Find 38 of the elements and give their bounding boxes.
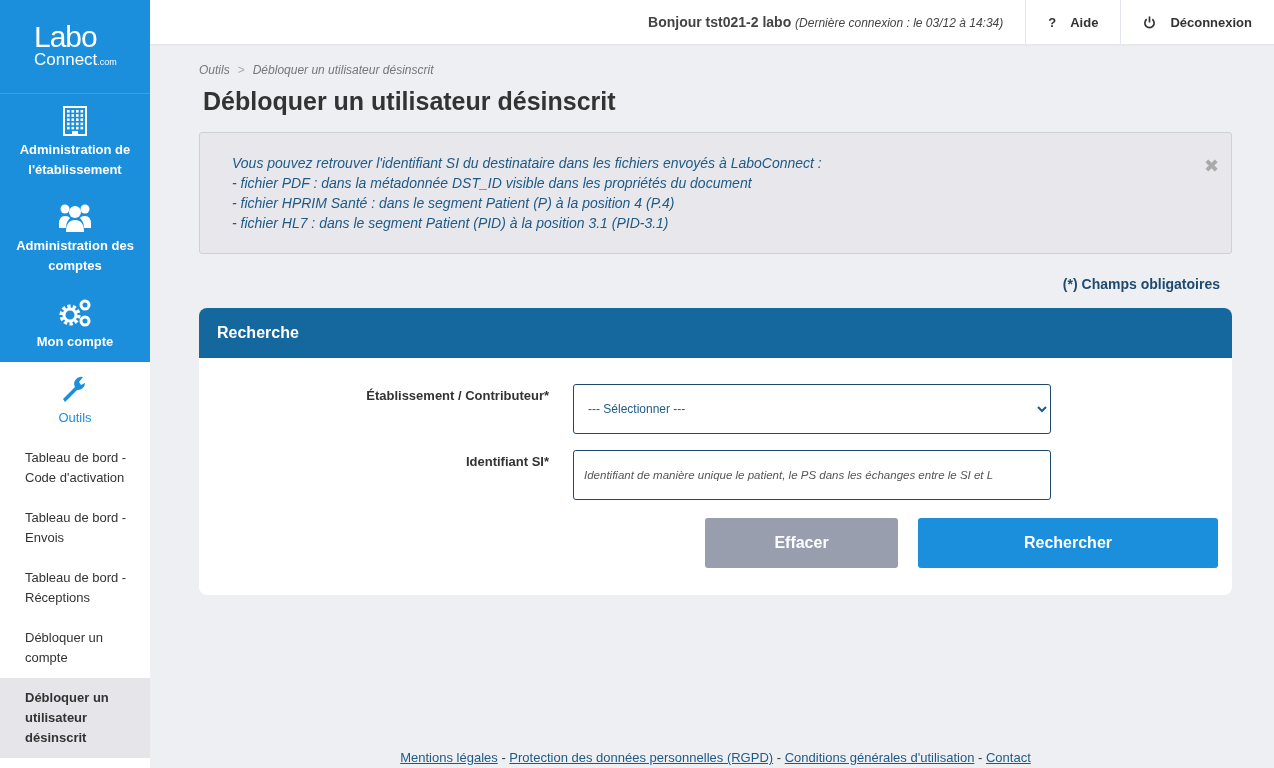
info-text: Vous pouvez retrouver l'identifiant SI du destinataire dans les fichiers envoyés à LaboConnect : <box>232 154 822 173</box>
required-note: (*) Champs obligatoires <box>1062 276 1220 292</box>
greeting-text: Bonjour tst021-2 labo (Dernière connexion : le 03/12 à 14:34) <box>648 14 1005 30</box>
submenu-item[interactable]: Tableau de bord - Envois <box>0 498 150 558</box>
sidebar-item[interactable]: Administration de l'établissement <box>0 94 150 190</box>
info-text: - fichier HL7 : dans le segment Patient (PID) à la position 3.1 (PID-3.1) <box>232 214 670 233</box>
submenu-item[interactable]: Débloquer un utilisateur désinscrit <box>0 678 150 758</box>
sidebar-item[interactable]: Administration des comptes <box>0 190 150 286</box>
establishment-select[interactable]: --- Sélectionner --- <box>573 384 1051 434</box>
logo[interactable]: Labo Connect.com <box>0 0 150 94</box>
users-icon <box>58 202 92 232</box>
page-title: Débloquer un utilisateur désinscrit <box>203 87 617 116</box>
search-button[interactable]: Rechercher <box>918 518 1218 568</box>
breadcrumb-link[interactable]: Outils <box>199 63 230 77</box>
footer-link[interactable]: Mentions légales <box>400 750 498 765</box>
footer-separator: - <box>978 750 983 765</box>
field-label: Établissement / Contributeur* <box>365 387 549 405</box>
footer-separator: - <box>501 750 506 765</box>
identifier-input[interactable]: Identifiant de manière unique le patient, le PS dans les échanges entre le SI et L <box>573 450 1051 500</box>
submenu-item[interactable]: Débloquer un compte <box>0 618 150 678</box>
breadcrumb-current: Débloquer un utilisateur désinscrit <box>252 63 434 77</box>
breadcrumb-separator: > <box>237 63 245 77</box>
submenu-item[interactable]: Tableau de bord - Réceptions <box>0 558 150 618</box>
logout-link[interactable]: Déconnexion <box>1120 0 1274 44</box>
footer-link[interactable]: Protection des données personnelles (RGPD) <box>509 750 774 765</box>
power-icon <box>1143 15 1157 29</box>
panel-header: Recherche <box>199 308 1232 358</box>
help-link[interactable]: ? Aide <box>1025 0 1121 44</box>
info-text: - fichier HPRIM Santé : dans le segment Patient (P) à la position 4 (P.4) <box>232 194 676 213</box>
footer-link[interactable]: Contact <box>985 750 1031 765</box>
field-label: Identifiant SI* <box>464 453 549 471</box>
footer-separator: - <box>776 750 782 765</box>
footer-link[interactable]: Conditions générales d'utilisation <box>784 750 975 765</box>
building-icon <box>63 106 87 136</box>
sidebar-item[interactable]: Mon compte <box>0 286 150 362</box>
gears-icon <box>58 298 92 328</box>
info-text: - fichier PDF : dans la métadonnée DST_ID visible dans les propriétés du document <box>232 174 753 193</box>
submenu-item[interactable]: Tableau de bord - Code d'activation <box>0 438 150 498</box>
